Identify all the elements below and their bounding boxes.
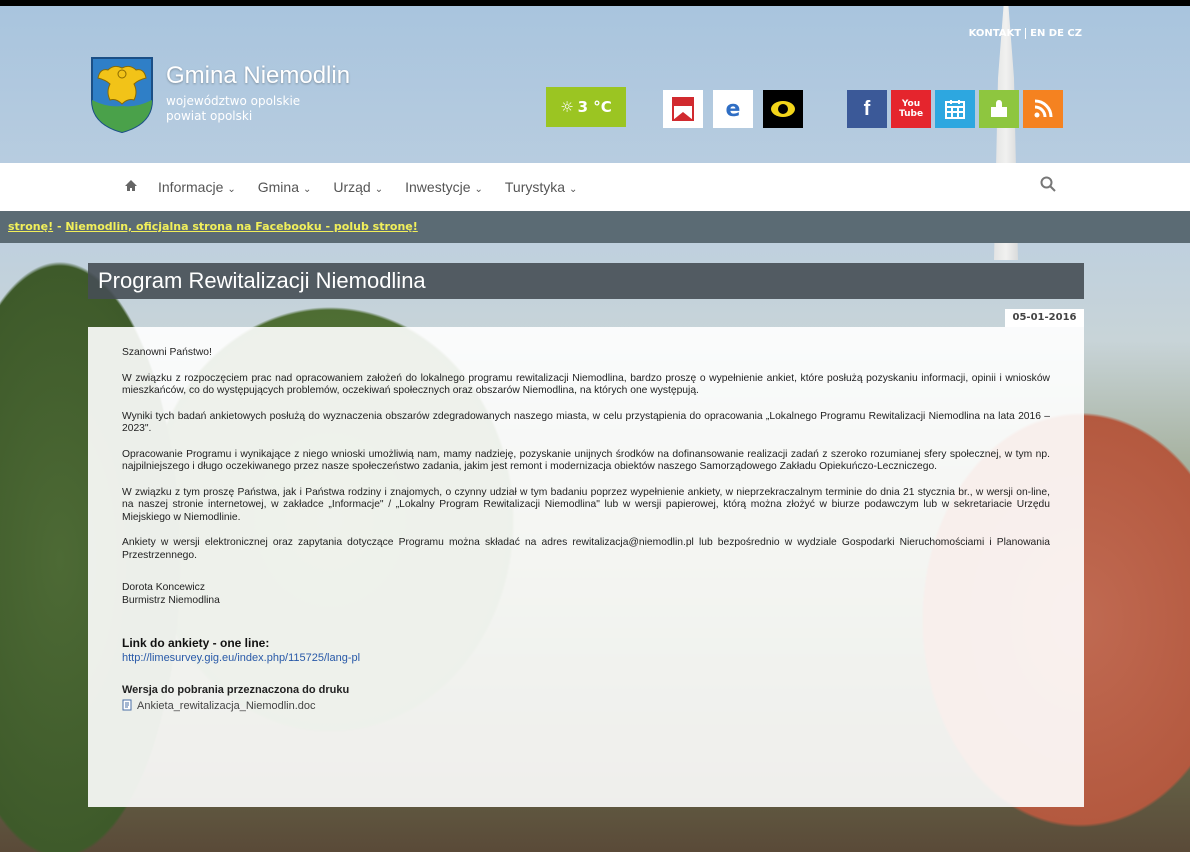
puzzle-icon[interactable] <box>979 90 1019 128</box>
document-icon <box>122 699 132 715</box>
contact-link[interactable]: KONTAKT <box>969 28 1022 39</box>
voivodeship-label: województwo opolskie <box>166 94 301 108</box>
facebook-icon[interactable]: f <box>847 90 887 128</box>
ticker-link[interactable]: stronę! <box>8 220 53 233</box>
search-icon[interactable] <box>1040 176 1056 196</box>
chevron-down-icon: ⌄ <box>474 184 483 195</box>
nav-label: Urząd <box>333 179 371 195</box>
nav-item-gmina[interactable]: Gmina ⌄ <box>258 179 312 195</box>
nav-label: Gmina <box>257 179 299 195</box>
signature: Dorota Koncewicz Burmistrz Niemodlina <box>122 582 1050 607</box>
chevron-down-icon: ⌄ <box>569 184 578 195</box>
nav-item-urzad[interactable]: Urząd ⌄ <box>333 179 383 195</box>
page-title: Program Rewitalizacji Niemodlina <box>88 263 1084 299</box>
file-name: Ankieta_rewitalizacja_Niemodlin.doc <box>137 700 316 712</box>
article-body: Szanowni Państwo! W związku z rozpoczęci… <box>88 327 1084 807</box>
news-ticker: stronę! - Niemodlin, oficjalna strona na… <box>0 211 1190 243</box>
divider <box>1025 28 1027 39</box>
ticker-separator: - <box>53 220 66 233</box>
paragraph: W związku z rozpoczęciem prac nad opraco… <box>122 372 1050 397</box>
rss-icon[interactable] <box>1023 90 1063 128</box>
weather-widget[interactable]: ☼ 3 °C <box>546 87 626 127</box>
youtube-icon[interactable]: You Tube <box>891 90 931 128</box>
greeting: Szanowni Państwo! <box>122 347 212 358</box>
language-links[interactable]: EN DE CZ <box>1030 28 1082 39</box>
county-label: powiat opolski <box>166 109 253 123</box>
survey-link[interactable]: http://limesurvey.gig.eu/index.php/11572… <box>122 652 1050 665</box>
accessibility-eye-icon[interactable] <box>763 90 803 128</box>
nav-label: Turystyka <box>504 179 566 195</box>
sun-icon: ☼ <box>560 98 574 116</box>
survey-link-title: Link do ankiety - one line: <box>122 636 270 650</box>
article-date: 05-01-2016 <box>1005 309 1084 327</box>
paragraph: Wyniki tych badań ankietowych posłużą do… <box>122 410 1050 435</box>
bip-icon[interactable] <box>663 90 703 128</box>
chevron-down-icon: ⌄ <box>374 184 384 195</box>
print-version-title: Wersja do pobrania przeznaczona do druku <box>122 684 350 696</box>
nav-item-turystyka[interactable]: Turystyka ⌄ <box>505 179 578 195</box>
site-header: Gmina Niemodlin województwo opolskie pow… <box>0 6 1190 163</box>
nav-item-informacje[interactable]: Informacje ⌄ <box>158 179 236 195</box>
chevron-down-icon: ⌄ <box>302 184 312 195</box>
nav-label: Inwestycje <box>405 179 471 195</box>
paragraph: W związku z tym proszę Państwa, jak i Pa… <box>122 486 1050 523</box>
signature-role: Burmistrz Niemodlina <box>122 594 220 606</box>
epuap-icon[interactable]: e <box>713 90 753 128</box>
site-title[interactable]: Gmina Niemodlin <box>166 62 350 90</box>
paragraph: Ankiety w wersji elektronicznej oraz zap… <box>122 537 1050 561</box>
ticker-link[interactable]: Niemodlin, oficjalna strona na Facebooku… <box>65 220 417 233</box>
nav-item-inwestycje[interactable]: Inwestycje ⌄ <box>405 179 483 195</box>
calendar-icon[interactable] <box>935 90 975 128</box>
home-icon[interactable] <box>124 179 138 196</box>
top-links: KONTAKT EN DE CZ <box>969 28 1082 39</box>
file-download[interactable]: Ankieta_rewitalizacja_Niemodlin.doc <box>122 699 1050 715</box>
coat-of-arms-icon[interactable] <box>88 54 156 134</box>
nav-label: Informacje <box>158 179 224 195</box>
temperature: 3 °C <box>577 98 612 116</box>
chevron-down-icon: ⌄ <box>227 184 236 195</box>
main-nav: Informacje ⌄ Gmina ⌄ Urząd ⌄ Inwestycje ⌄ Tu… <box>0 163 1190 211</box>
signature-name: Dorota Koncewicz <box>122 582 205 593</box>
site-subtitle: województwo opolskie powiat opolski <box>166 94 300 124</box>
paragraph: Opracowanie Programu i wynikające z nieg… <box>122 448 1050 473</box>
